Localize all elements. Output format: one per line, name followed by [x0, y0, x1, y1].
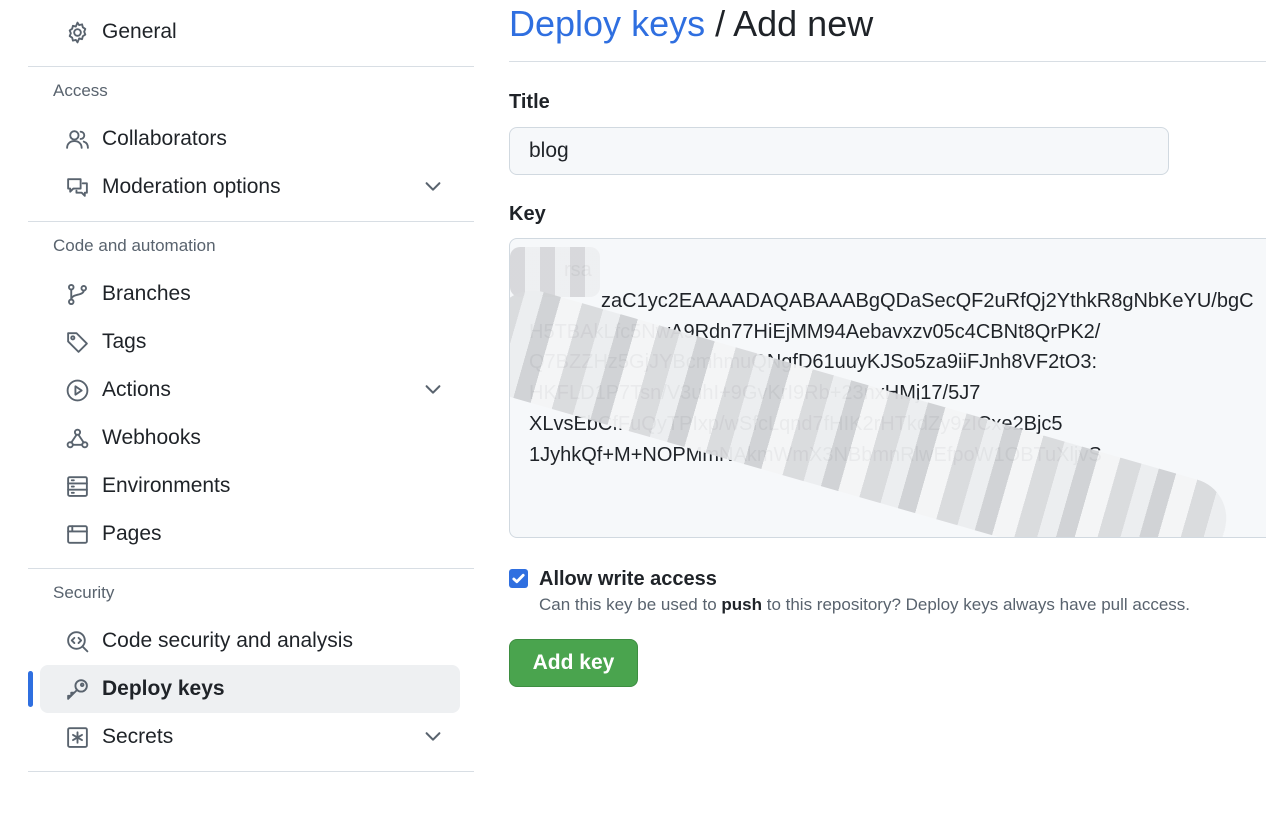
allow-write-label[interactable]: Allow write access: [539, 566, 1190, 592]
sidebar-item-webhooks[interactable]: Webhooks: [40, 414, 460, 462]
section-heading-code-automation: Code and automation: [53, 236, 216, 255]
people-icon: [64, 126, 90, 152]
title-input[interactable]: blog: [509, 127, 1169, 175]
section-heading-security: Security: [53, 583, 115, 602]
gear-icon: [64, 19, 90, 45]
sidebar-item-deploy-keys[interactable]: Deploy keys: [28, 665, 460, 713]
breadcrumb-separator: /: [705, 3, 734, 44]
sidebar-item-moderation[interactable]: Moderation options: [40, 163, 460, 211]
key-textarea[interactable]: rsa zaC1yc2EAAAADAQABAAABgQDaSecQF2uRfQj…: [509, 238, 1266, 538]
comment-discussion-icon: [64, 174, 90, 200]
sidebar-item-label: Secrets: [102, 725, 174, 748]
git-branch-icon: [64, 281, 90, 307]
sidebar-item-label: Deploy keys: [102, 677, 225, 700]
server-icon: [64, 473, 90, 499]
sidebar-item-label: General: [102, 20, 177, 43]
sidebar-item-label: Collaborators: [102, 127, 227, 150]
key-line: zaC1yc2EAAAADAQABAAABgQDaSecQF2uRfQj2Yth…: [601, 289, 1254, 312]
play-icon: [64, 377, 90, 403]
browser-icon: [64, 521, 90, 547]
title-field-label: Title: [509, 91, 550, 113]
sidebar-item-label: Webhooks: [102, 426, 201, 449]
sidebar-item-label: Moderation options: [102, 175, 281, 198]
section-heading-access: Access: [53, 81, 108, 100]
settings-page: General Access Collaborators Moderation …: [0, 0, 1266, 813]
sidebar-item-environments[interactable]: Environments: [40, 462, 460, 510]
redaction-overlay: [510, 247, 600, 297]
chevron-down-icon[interactable]: [422, 725, 446, 749]
allow-write-checkbox[interactable]: [509, 569, 528, 588]
chevron-down-icon[interactable]: [422, 378, 446, 402]
sidebar-item-label: Environments: [102, 474, 231, 497]
settings-sidebar: General Access Collaborators Moderation …: [28, 0, 474, 772]
sidebar-divider: [28, 771, 474, 772]
hint-text: to this repository? Deploy keys always h…: [762, 595, 1191, 614]
sidebar-item-general[interactable]: General: [40, 8, 460, 56]
sidebar-item-label: Actions: [102, 378, 171, 401]
tag-icon: [64, 329, 90, 355]
title-input-value: blog: [529, 139, 569, 162]
sidebar-item-label: Tags: [102, 330, 147, 353]
page-title-text: Add new: [733, 3, 874, 44]
chevron-down-icon[interactable]: [422, 175, 446, 199]
sidebar-item-secrets[interactable]: Secrets: [40, 713, 460, 761]
allow-write-option: Allow write access Can this key be used …: [509, 566, 1266, 615]
title-divider: [509, 61, 1266, 62]
hint-text: Can this key be used to: [539, 595, 722, 614]
add-key-button[interactable]: Add key: [509, 639, 638, 687]
page-title: Deploy keys / Add new: [509, 0, 1266, 48]
allow-write-text: Allow write access Can this key be used …: [539, 566, 1190, 615]
sidebar-item-tags[interactable]: Tags: [40, 318, 460, 366]
sidebar-item-collaborators[interactable]: Collaborators: [40, 115, 460, 163]
webhook-icon: [64, 425, 90, 451]
sidebar-item-code-security[interactable]: Code security and analysis: [40, 617, 460, 665]
sidebar-item-actions[interactable]: Actions: [40, 366, 460, 414]
breadcrumb-deploy-keys[interactable]: Deploy keys: [509, 3, 705, 44]
hint-bold-text: push: [721, 595, 762, 614]
key-field-label: Key: [509, 203, 546, 225]
sidebar-item-pages[interactable]: Pages: [40, 510, 460, 558]
key-line: rsa: [529, 255, 1266, 286]
sidebar-item-branches[interactable]: Branches: [40, 270, 460, 318]
allow-write-hint: Can this key be used to push to this rep…: [539, 595, 1190, 615]
asterisk-icon: [64, 724, 90, 750]
sidebar-item-label: Pages: [102, 522, 162, 545]
sidebar-item-label: Code security and analysis: [102, 629, 353, 652]
sidebar-item-label: Branches: [102, 282, 191, 305]
key-icon: [64, 676, 90, 702]
main-content: Deploy keys / Add new Title blog Key rsa…: [509, 0, 1266, 687]
codescan-icon: [64, 628, 90, 654]
